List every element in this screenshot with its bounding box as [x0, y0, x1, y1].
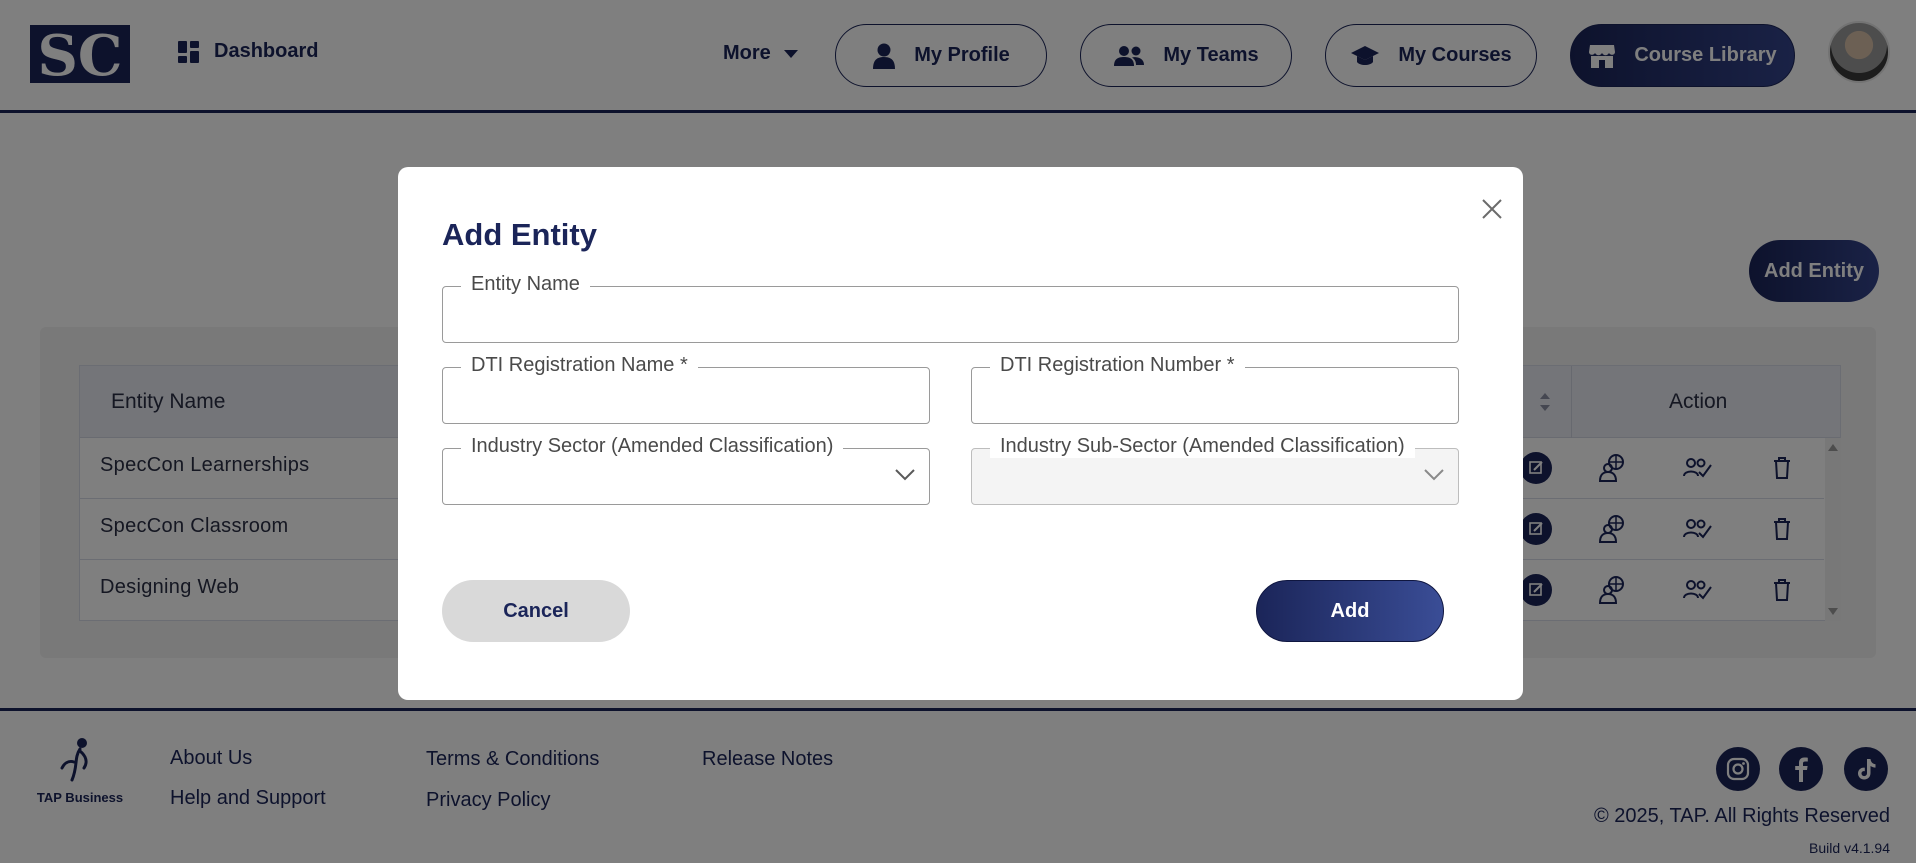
chevron-down-icon: [1424, 469, 1444, 481]
close-button[interactable]: [1473, 190, 1511, 228]
dti-registration-name-field[interactable]: DTI Registration Name *: [442, 354, 930, 424]
dti-registration-number-input[interactable]: [972, 368, 1458, 423]
cancel-button[interactable]: Cancel: [442, 580, 630, 642]
entity-name-field[interactable]: Entity Name: [442, 273, 1459, 343]
chevron-down-icon: [895, 469, 915, 481]
close-icon: [1482, 199, 1502, 219]
industry-sector-label: Industry Sector (Amended Classification): [461, 435, 844, 458]
industry-sub-sector-select[interactable]: Industry Sub-Sector (Amended Classificat…: [971, 435, 1459, 505]
industry-sector-select[interactable]: Industry Sector (Amended Classification): [442, 435, 930, 505]
dti-registration-number-field[interactable]: DTI Registration Number *: [971, 354, 1459, 424]
add-button[interactable]: Add: [1256, 580, 1444, 642]
entity-name-input[interactable]: [443, 287, 1458, 342]
modal-title: Add Entity: [442, 217, 597, 252]
dti-registration-name-input[interactable]: [443, 368, 929, 423]
add-entity-modal: Add Entity Entity Name DTI Registration …: [398, 167, 1523, 700]
industry-sub-sector-label: Industry Sub-Sector (Amended Classificat…: [990, 435, 1415, 458]
